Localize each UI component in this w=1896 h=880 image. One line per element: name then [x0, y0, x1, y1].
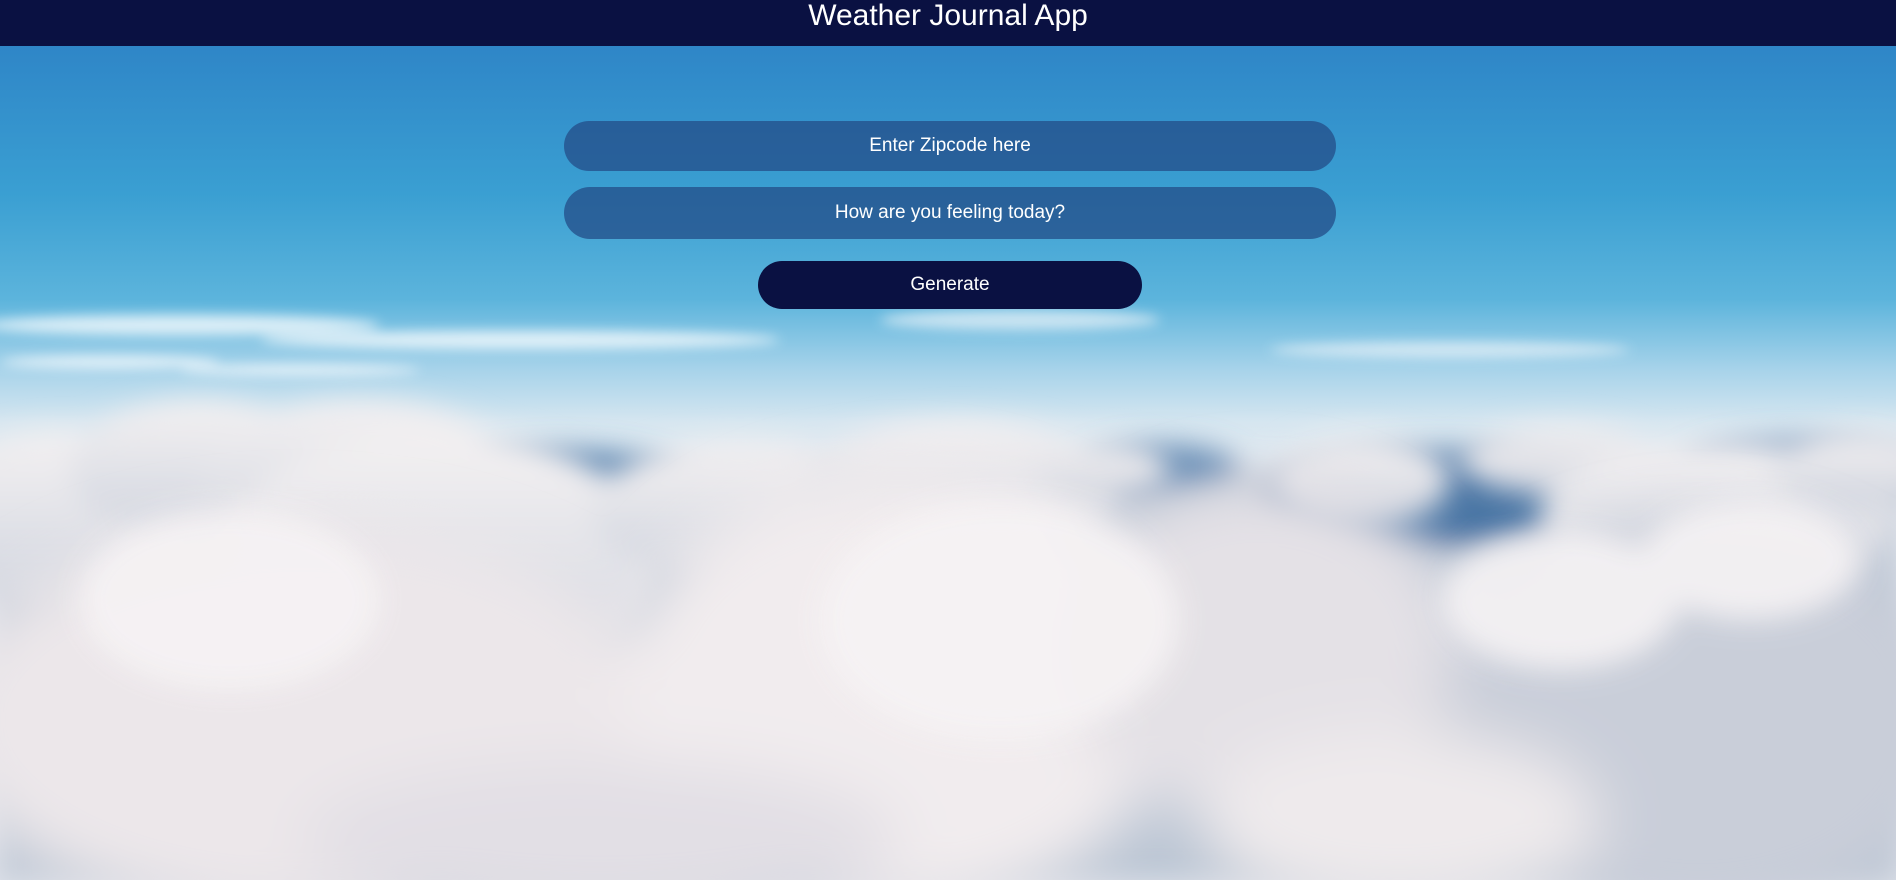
- zipcode-input[interactable]: [564, 121, 1336, 171]
- feelings-input[interactable]: [564, 187, 1336, 239]
- page: Weather Journal App Generate: [0, 0, 1896, 880]
- journal-form: Generate: [0, 0, 1896, 880]
- generate-button[interactable]: Generate: [758, 261, 1142, 309]
